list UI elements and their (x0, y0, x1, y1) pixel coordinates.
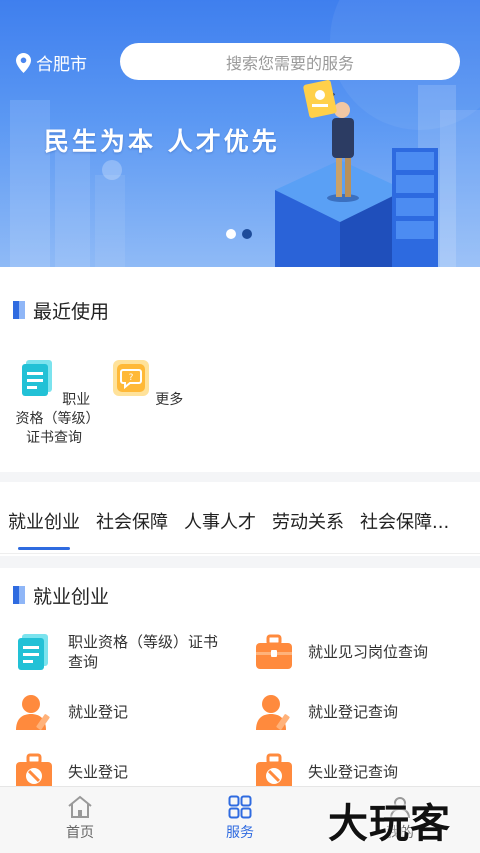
service-internship-query[interactable]: 就业见习岗位查询 (254, 627, 480, 677)
home-icon (68, 795, 92, 818)
service-certificate-query[interactable]: 职业资格（等级）证书查询 (14, 627, 244, 677)
tab-social-security[interactable]: 社会保障 (88, 490, 176, 552)
document-icon (18, 634, 48, 670)
recent-item-label: 更多 (155, 392, 184, 408)
recent-section-header: 最近使用 (0, 285, 480, 335)
recent-item-more[interactable]: ? 更多 (107, 358, 187, 410)
person-edit-icon (16, 695, 50, 730)
carousel-dot-active[interactable] (242, 229, 252, 239)
briefcase-icon (256, 634, 292, 669)
employment-section-title: 就业创业 (33, 585, 110, 608)
employment-section-header: 就业创业 (0, 570, 480, 620)
service-employment-registration[interactable]: 就业登记 (14, 687, 244, 737)
service-label: 就业登记查询 (308, 703, 399, 721)
app-screen: 合肥市 搜索您需要的服务 民生为本 人才优先 最近使用 职业资格（等级）证书查询 (0, 0, 480, 853)
section-divider (0, 472, 480, 482)
watermark: 大玩客 (328, 801, 451, 847)
chat-more-icon: ? (112, 360, 149, 396)
recent-list: 职业资格（等级）证书查询 ? 更多 (0, 350, 480, 470)
search-input[interactable]: 搜索您需要的服务 (120, 43, 460, 80)
tab-employment[interactable]: 就业创业 (0, 490, 88, 552)
location-pin-icon (16, 52, 31, 73)
carousel-dot[interactable] (226, 229, 236, 239)
tab-personnel-talent[interactable]: 人事人才 (176, 490, 264, 552)
service-label: 职业资格（等级）证书查询 (68, 633, 219, 671)
banner-slogan: 民生为本 人才优先 (44, 127, 280, 156)
service-label: 就业登记 (68, 703, 129, 721)
recent-item-certificate-query[interactable]: 职业资格（等级）证书查询 (14, 358, 94, 448)
nav-home-label: 首页 (66, 825, 94, 841)
search-placeholder: 搜索您需要的服务 (225, 53, 354, 73)
recent-item-label: 职业资格（等级）证书查询 (15, 392, 93, 446)
svg-text:?: ? (128, 373, 133, 383)
service-label: 失业登记查询 (308, 763, 399, 781)
location-selector[interactable]: 合肥市 (16, 50, 87, 75)
service-employment-registration-query[interactable]: 就业登记查询 (254, 687, 480, 737)
nav-home[interactable]: 首页 (0, 787, 160, 853)
tabs-divider (0, 553, 480, 554)
section-marker (13, 586, 25, 604)
service-label: 失业登记 (68, 763, 129, 781)
nav-service[interactable]: 服务 (160, 787, 320, 853)
category-tabs: 就业创业 社会保障 人事人才 劳动关系 社会保障... (0, 490, 480, 550)
tab-labor-relations[interactable]: 劳动关系 (264, 490, 352, 552)
person-edit-icon (256, 695, 290, 730)
section-marker (13, 301, 25, 319)
service-label: 就业见习岗位查询 (308, 643, 429, 661)
nav-service-label: 服务 (226, 825, 254, 841)
tab-social-security-more[interactable]: 社会保障... (352, 490, 457, 552)
banner[interactable]: 合肥市 搜索您需要的服务 民生为本 人才优先 (0, 0, 480, 267)
recent-section-title: 最近使用 (33, 300, 110, 323)
city-name: 合肥市 (36, 55, 87, 75)
grid-icon (228, 795, 252, 819)
section-divider (0, 556, 480, 568)
carousel-indicator[interactable] (226, 229, 252, 239)
document-icon (21, 360, 52, 396)
